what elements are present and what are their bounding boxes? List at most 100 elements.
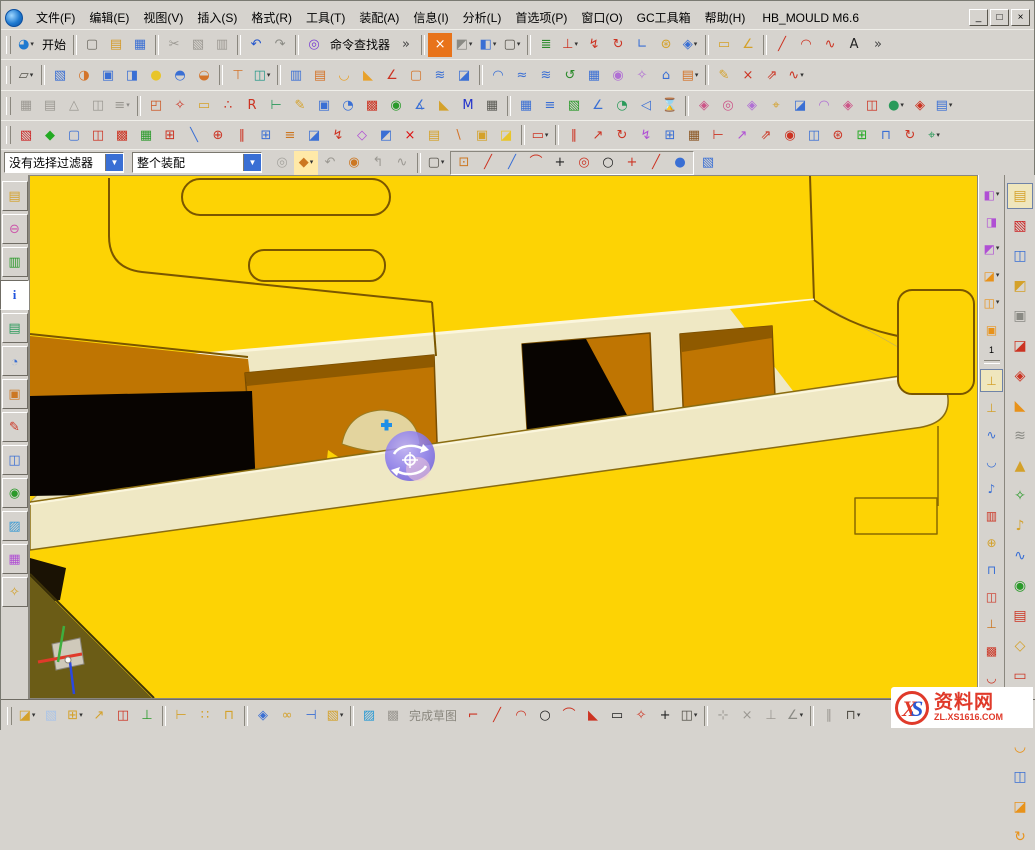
center-mark-button[interactable]: ⊕ xyxy=(206,123,230,147)
arc-curve-button[interactable]: ◠ xyxy=(794,33,818,57)
minimize-button[interactable]: _ xyxy=(969,9,988,26)
package-check-button[interactable]: ◣ xyxy=(432,94,456,118)
menu-file[interactable]: 文件(F) xyxy=(29,7,82,28)
mold-tools-button[interactable]: ◪ xyxy=(1007,333,1033,359)
pocket-cup-button[interactable]: ◡ xyxy=(980,666,1003,689)
reflection-analysis-button[interactable]: ◎ xyxy=(716,94,740,118)
tc-position-button[interactable]: ⊢ xyxy=(706,123,730,147)
snap-point-on-curve-button[interactable]: + xyxy=(620,151,644,175)
cooling-note-button[interactable]: ♪ xyxy=(980,477,1003,500)
pencil-check-button[interactable]: ✎ xyxy=(288,94,312,118)
assembly-navigator-tab[interactable]: ▤ xyxy=(2,181,28,211)
clock-check-button[interactable]: ◔ xyxy=(610,94,634,118)
cylinder-feature-button[interactable]: ◓ xyxy=(168,63,192,87)
selection-filter-combo[interactable]: 没有选择过滤器 ▼ xyxy=(4,152,124,173)
scenario-tab[interactable]: ◫ xyxy=(2,445,28,475)
interpart-link-button[interactable]: ∞ xyxy=(275,704,299,728)
mold-trim-tool-button[interactable]: ▥ xyxy=(980,504,1003,527)
revolve-button[interactable]: ◑ xyxy=(72,63,96,87)
point-list-check-button[interactable]: ∴ xyxy=(216,94,240,118)
transform-arrow-button[interactable]: ↗ xyxy=(586,123,610,147)
overflow-1-button[interactable]: » xyxy=(394,33,418,57)
gate-path-button[interactable]: ◡ xyxy=(980,450,1003,473)
text-curve-button[interactable]: A xyxy=(842,33,866,57)
menu-insert[interactable]: 插入(S) xyxy=(190,7,244,28)
spreadsheet-button[interactable]: ▦ xyxy=(514,94,538,118)
snap-midpoint-button[interactable]: ╱ xyxy=(476,151,500,175)
ejector-pin-alt-button[interactable]: ⊥ xyxy=(980,396,1003,419)
rotate-view-cursor[interactable] xyxy=(385,431,435,481)
relations-browser-button[interactable]: ⊣ xyxy=(299,704,323,728)
thicken-button[interactable]: ≋ xyxy=(428,63,452,87)
mold-base-button[interactable]: ≋ xyxy=(1007,423,1033,449)
circular-pattern-button[interactable]: ⊛ xyxy=(826,123,850,147)
move-object-button[interactable]: ▭▾ xyxy=(528,123,552,147)
line-width-button[interactable]: ╲ xyxy=(182,123,206,147)
suppress-component-button[interactable]: ⊓ xyxy=(217,704,241,728)
cavity-dimension-button[interactable]: ◫▾ xyxy=(980,291,1003,314)
polygon-display-button[interactable]: ◇ xyxy=(350,123,374,147)
n-sided-surface-button[interactable]: ◉ xyxy=(606,63,630,87)
system-clock-tab[interactable]: ◔ xyxy=(2,346,28,376)
green-diamond-button[interactable]: ◆ xyxy=(38,123,62,147)
snap-cube-button[interactable]: ▧ xyxy=(696,151,720,175)
check-mate-button[interactable]: ▩ xyxy=(360,94,384,118)
snap-control-point-button[interactable]: ╱ xyxy=(500,151,524,175)
move-to-layer-button[interactable]: ◪ xyxy=(302,123,326,147)
sketch-point-button[interactable]: + xyxy=(653,704,677,728)
curvature-graph-button[interactable]: ◔ xyxy=(336,94,360,118)
assembly-navigator-toggle-button[interactable]: ≣ xyxy=(534,33,558,57)
parallel-edges-button[interactable]: ∥ xyxy=(230,123,254,147)
rect-pattern-button[interactable]: ▦ xyxy=(682,123,706,147)
snap-intersection-button[interactable]: ⌒ xyxy=(524,151,548,175)
selection-scope-combo[interactable]: 整个装配 ▼ xyxy=(132,152,262,173)
stop-at-intersection-button[interactable]: ⊓▾ xyxy=(841,704,865,728)
sketch-chamfer-button[interactable]: ◣ xyxy=(581,704,605,728)
gift-box-part-button[interactable]: ▩ xyxy=(980,639,1003,662)
menu-edit[interactable]: 编辑(E) xyxy=(82,7,136,28)
studio-surface-button[interactable]: ⌂ xyxy=(654,63,678,87)
draft-analysis-button[interactable]: ◪ xyxy=(788,94,812,118)
calculator-button[interactable]: ▦ xyxy=(480,94,504,118)
snap-quadrant-button[interactable]: ◎ xyxy=(572,151,596,175)
wireframe-cube-button[interactable]: ▢ xyxy=(62,123,86,147)
vector-construct-button[interactable]: ↯ xyxy=(634,123,658,147)
initialize-project-button[interactable]: ▤ xyxy=(1007,183,1033,209)
wave-geometry-button[interactable]: ◈ xyxy=(251,704,275,728)
sketch-polygon-button[interactable]: ✧ xyxy=(629,704,653,728)
marquee-style-button[interactable]: ▢▾ xyxy=(424,151,448,175)
draft-button[interactable]: ∠ xyxy=(380,63,404,87)
measure-distance-button[interactable]: ▭ xyxy=(712,33,736,57)
pocket-copy-button[interactable]: ◩▾ xyxy=(980,237,1003,260)
parting-lines-button[interactable]: ◈ xyxy=(1007,363,1033,389)
rotate-about-point-button[interactable]: ↻ xyxy=(610,123,634,147)
measure-angle-button[interactable]: ∠ xyxy=(736,33,760,57)
folder-edit-button[interactable]: ▤ xyxy=(422,123,446,147)
hole-feature-button[interactable]: ⊤ xyxy=(226,63,250,87)
toolbar-grip[interactable] xyxy=(6,97,11,115)
face-analysis-button[interactable]: ◈ xyxy=(692,94,716,118)
layer-settings-button[interactable]: ≡ xyxy=(278,123,302,147)
snap-point-on-surface-button[interactable]: ╱ xyxy=(644,151,668,175)
angle-check-button[interactable]: ∡ xyxy=(408,94,432,118)
wcs-origin-button[interactable]: ↯ xyxy=(582,33,606,57)
pocket-delete-button[interactable]: ◨ xyxy=(980,210,1003,233)
mold-csys-button[interactable]: ▧ xyxy=(1007,213,1033,239)
standard-parts-button[interactable]: ▲ xyxy=(1007,453,1033,479)
snap-arc-center-button[interactable]: + xyxy=(548,151,572,175)
select-group-button[interactable]: ◉ xyxy=(342,151,366,175)
ejector-pin-button[interactable]: ⊥ xyxy=(980,369,1003,392)
wcs-orient-button[interactable]: ∟ xyxy=(630,33,654,57)
gate-design-button[interactable]: ◉ xyxy=(1007,573,1033,599)
status-lights-button[interactable]: ◉ xyxy=(384,94,408,118)
grid-analysis-button[interactable]: ◫ xyxy=(860,94,884,118)
electrode-button[interactable]: ▭ xyxy=(1007,663,1033,689)
unite-button[interactable]: ▥ xyxy=(284,63,308,87)
role-key-button[interactable]: ⊛ xyxy=(654,33,678,57)
pocket-tool-button[interactable]: ◧▾ xyxy=(980,183,1003,206)
scale-measure-button[interactable]: ⌖▾ xyxy=(922,123,946,147)
constraint-display-button[interactable]: ◩ xyxy=(374,123,398,147)
edit-feature-button[interactable]: ✎ xyxy=(712,63,736,87)
pattern-green-button[interactable]: ⊞ xyxy=(850,123,874,147)
snap-settings-button[interactable]: ◆▾ xyxy=(294,151,318,175)
